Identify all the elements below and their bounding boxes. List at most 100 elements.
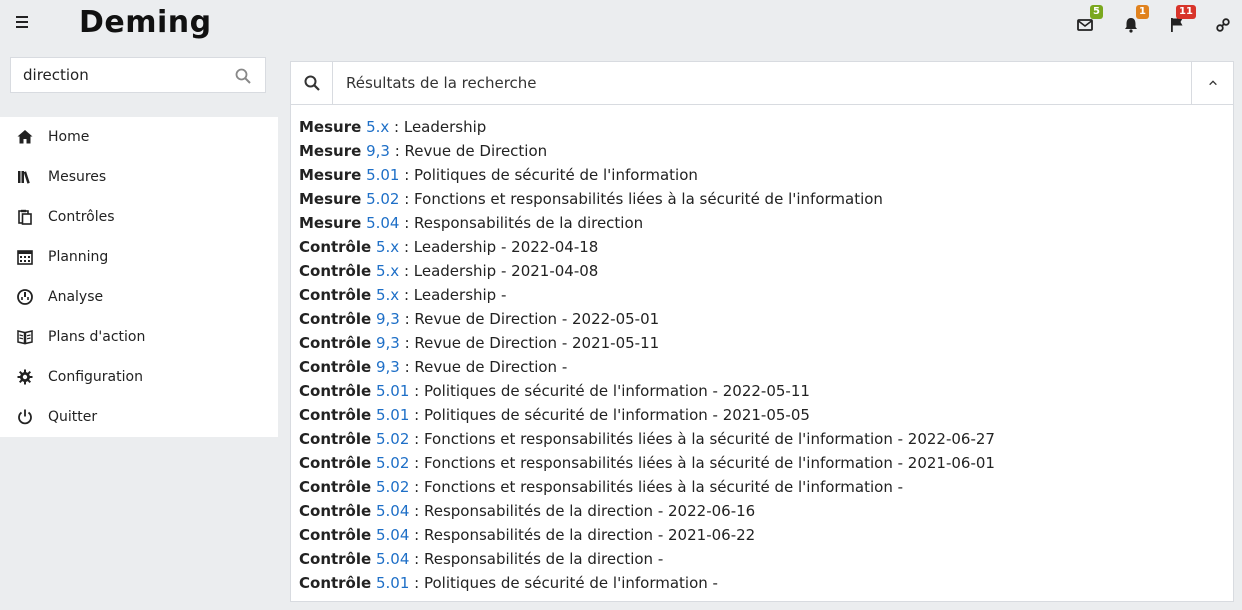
result-code-link[interactable]: 5.02 bbox=[376, 454, 409, 472]
result-type: Contrôle bbox=[299, 502, 372, 520]
flag-count-badge: 11 bbox=[1176, 5, 1196, 19]
result-text: : Politiques de sécurité de l'informatio… bbox=[409, 406, 810, 424]
result-code-link[interactable]: 5.01 bbox=[376, 382, 409, 400]
card-header: Résultats de la recherche bbox=[291, 62, 1233, 105]
result-type: Contrôle bbox=[299, 262, 372, 280]
result-type: Contrôle bbox=[299, 430, 372, 448]
result-row: Mesure 5.01 : Politiques de sécurité de … bbox=[299, 163, 1233, 187]
result-row: Contrôle 5.04 : Responsabilités de la di… bbox=[299, 523, 1233, 547]
sidebar-item-analyse[interactable]: Analyse bbox=[0, 277, 278, 317]
result-text: : Revue de Direction - 2022-05-01 bbox=[399, 310, 660, 328]
user-settings-icon[interactable] bbox=[1212, 14, 1234, 36]
sidebar-item-label: Configuration bbox=[48, 369, 143, 385]
sidebar-item-plans-action[interactable]: Plans d'action bbox=[0, 317, 278, 357]
power-icon bbox=[16, 408, 34, 426]
result-code-link[interactable]: 5.04 bbox=[376, 502, 409, 520]
result-type: Contrôle bbox=[299, 550, 372, 568]
search-icon[interactable] bbox=[234, 67, 252, 85]
result-code-link[interactable]: 5.02 bbox=[366, 190, 399, 208]
result-code-link[interactable]: 9,3 bbox=[376, 310, 400, 328]
sidebar-item-label: Quitter bbox=[48, 409, 98, 425]
result-code-link[interactable]: 9,3 bbox=[366, 142, 390, 160]
sidebar-item-configuration[interactable]: Configuration bbox=[0, 357, 278, 397]
result-text: : Fonctions et responsabilités liées à l… bbox=[409, 454, 995, 472]
result-text: : Responsabilités de la direction bbox=[399, 214, 644, 232]
sidebar-item-quitter[interactable]: Quitter bbox=[0, 397, 278, 437]
search-input[interactable] bbox=[11, 58, 221, 92]
sidebar-item-mesures[interactable]: Mesures bbox=[0, 157, 278, 197]
result-code-link[interactable]: 9,3 bbox=[376, 334, 400, 352]
sidebar-item-controles[interactable]: Contrôles bbox=[0, 197, 278, 237]
search-results-card: Résultats de la recherche Mesure 5.x : L… bbox=[290, 61, 1234, 602]
result-type: Mesure bbox=[299, 118, 362, 136]
result-text: : Fonctions et responsabilités liées à l… bbox=[409, 430, 995, 448]
result-code-link[interactable]: 5.01 bbox=[376, 406, 409, 424]
result-code-link[interactable]: 5.x bbox=[376, 238, 399, 256]
result-row: Contrôle 5.01 : Politiques de sécurité d… bbox=[299, 403, 1233, 427]
result-code-link[interactable]: 5.04 bbox=[376, 550, 409, 568]
result-text: : Politiques de sécurité de l'informatio… bbox=[409, 574, 718, 592]
sidebar-item-label: Analyse bbox=[48, 289, 104, 305]
sidebar-item-planning[interactable]: Planning bbox=[0, 237, 278, 277]
calendar-icon bbox=[16, 248, 34, 266]
result-row: Contrôle 5.x : Leadership - 2022-04-18 bbox=[299, 235, 1233, 259]
result-code-link[interactable]: 5.x bbox=[366, 118, 389, 136]
result-row: Contrôle 5.01 : Politiques de sécurité d… bbox=[299, 379, 1233, 403]
dashboard-icon bbox=[16, 288, 34, 306]
result-code-link[interactable]: 5.04 bbox=[366, 214, 399, 232]
gear-icon bbox=[16, 368, 34, 386]
result-text: : Leadership - 2022-04-18 bbox=[399, 238, 599, 256]
result-text: : Responsabilités de la direction - 2021… bbox=[409, 526, 756, 544]
result-type: Mesure bbox=[299, 142, 362, 160]
result-code-link[interactable]: 9,3 bbox=[376, 358, 400, 376]
result-text: : Leadership - 2021-04-08 bbox=[399, 262, 599, 280]
result-text: : Leadership bbox=[389, 118, 487, 136]
collapse-chevron-up-icon[interactable] bbox=[1191, 62, 1233, 104]
mail-icon[interactable]: 5 bbox=[1074, 5, 1103, 36]
clipboard-icon bbox=[16, 208, 34, 226]
result-row: Mesure 5.x : Leadership bbox=[299, 115, 1233, 139]
result-code-link[interactable]: 5.02 bbox=[376, 478, 409, 496]
result-type: Contrôle bbox=[299, 478, 372, 496]
result-code-link[interactable]: 5.x bbox=[376, 262, 399, 280]
result-row: Contrôle 5.x : Leadership - 2021-04-08 bbox=[299, 259, 1233, 283]
notes-icon bbox=[16, 328, 34, 346]
result-type: Contrôle bbox=[299, 334, 372, 352]
home-icon bbox=[16, 128, 34, 146]
result-code-link[interactable]: 5.04 bbox=[376, 526, 409, 544]
result-type: Contrôle bbox=[299, 574, 372, 592]
result-row: Contrôle 5.02 : Fonctions et responsabil… bbox=[299, 475, 1233, 499]
hamburger-menu-icon[interactable] bbox=[16, 16, 32, 30]
result-row: Contrôle 5.x : Leadership - bbox=[299, 283, 1233, 307]
result-text: : Revue de Direction bbox=[389, 142, 548, 160]
search-icon bbox=[291, 62, 333, 104]
result-text: : Fonctions et responsabilités liées à l… bbox=[399, 190, 883, 208]
result-type: Mesure bbox=[299, 214, 362, 232]
result-text: : Leadership - bbox=[399, 286, 507, 304]
result-type: Contrôle bbox=[299, 406, 372, 424]
bell-icon[interactable]: 1 bbox=[1120, 5, 1149, 36]
result-code-link[interactable]: 5.x bbox=[376, 286, 399, 304]
result-type: Contrôle bbox=[299, 358, 372, 376]
result-row: Mesure 5.04 : Responsabilités de la dire… bbox=[299, 211, 1233, 235]
result-row: Mesure 5.02 : Fonctions et responsabilit… bbox=[299, 187, 1233, 211]
search-box bbox=[10, 57, 266, 93]
result-code-link[interactable]: 5.01 bbox=[376, 574, 409, 592]
result-code-link[interactable]: 5.01 bbox=[366, 166, 399, 184]
result-row: Contrôle 9,3 : Revue de Direction - bbox=[299, 355, 1233, 379]
flag-icon[interactable]: 11 bbox=[1166, 5, 1196, 36]
result-text: : Responsabilités de la direction - 2022… bbox=[409, 502, 756, 520]
mail-count-badge: 5 bbox=[1090, 5, 1103, 19]
result-text: : Politiques de sécurité de l'informatio… bbox=[409, 382, 810, 400]
result-text: : Revue de Direction - bbox=[399, 358, 568, 376]
result-code-link[interactable]: 5.02 bbox=[376, 430, 409, 448]
sidebar-item-label: Contrôles bbox=[48, 209, 115, 225]
result-type: Contrôle bbox=[299, 454, 372, 472]
sidebar-item-home[interactable]: Home bbox=[0, 117, 278, 157]
result-row: Contrôle 5.02 : Fonctions et responsabil… bbox=[299, 451, 1233, 475]
card-title: Résultats de la recherche bbox=[346, 74, 537, 92]
result-row: Contrôle 9,3 : Revue de Direction - 2021… bbox=[299, 331, 1233, 355]
sidebar-item-label: Home bbox=[48, 129, 90, 145]
result-row: Contrôle 5.04 : Responsabilités de la di… bbox=[299, 547, 1233, 571]
result-type: Contrôle bbox=[299, 286, 372, 304]
